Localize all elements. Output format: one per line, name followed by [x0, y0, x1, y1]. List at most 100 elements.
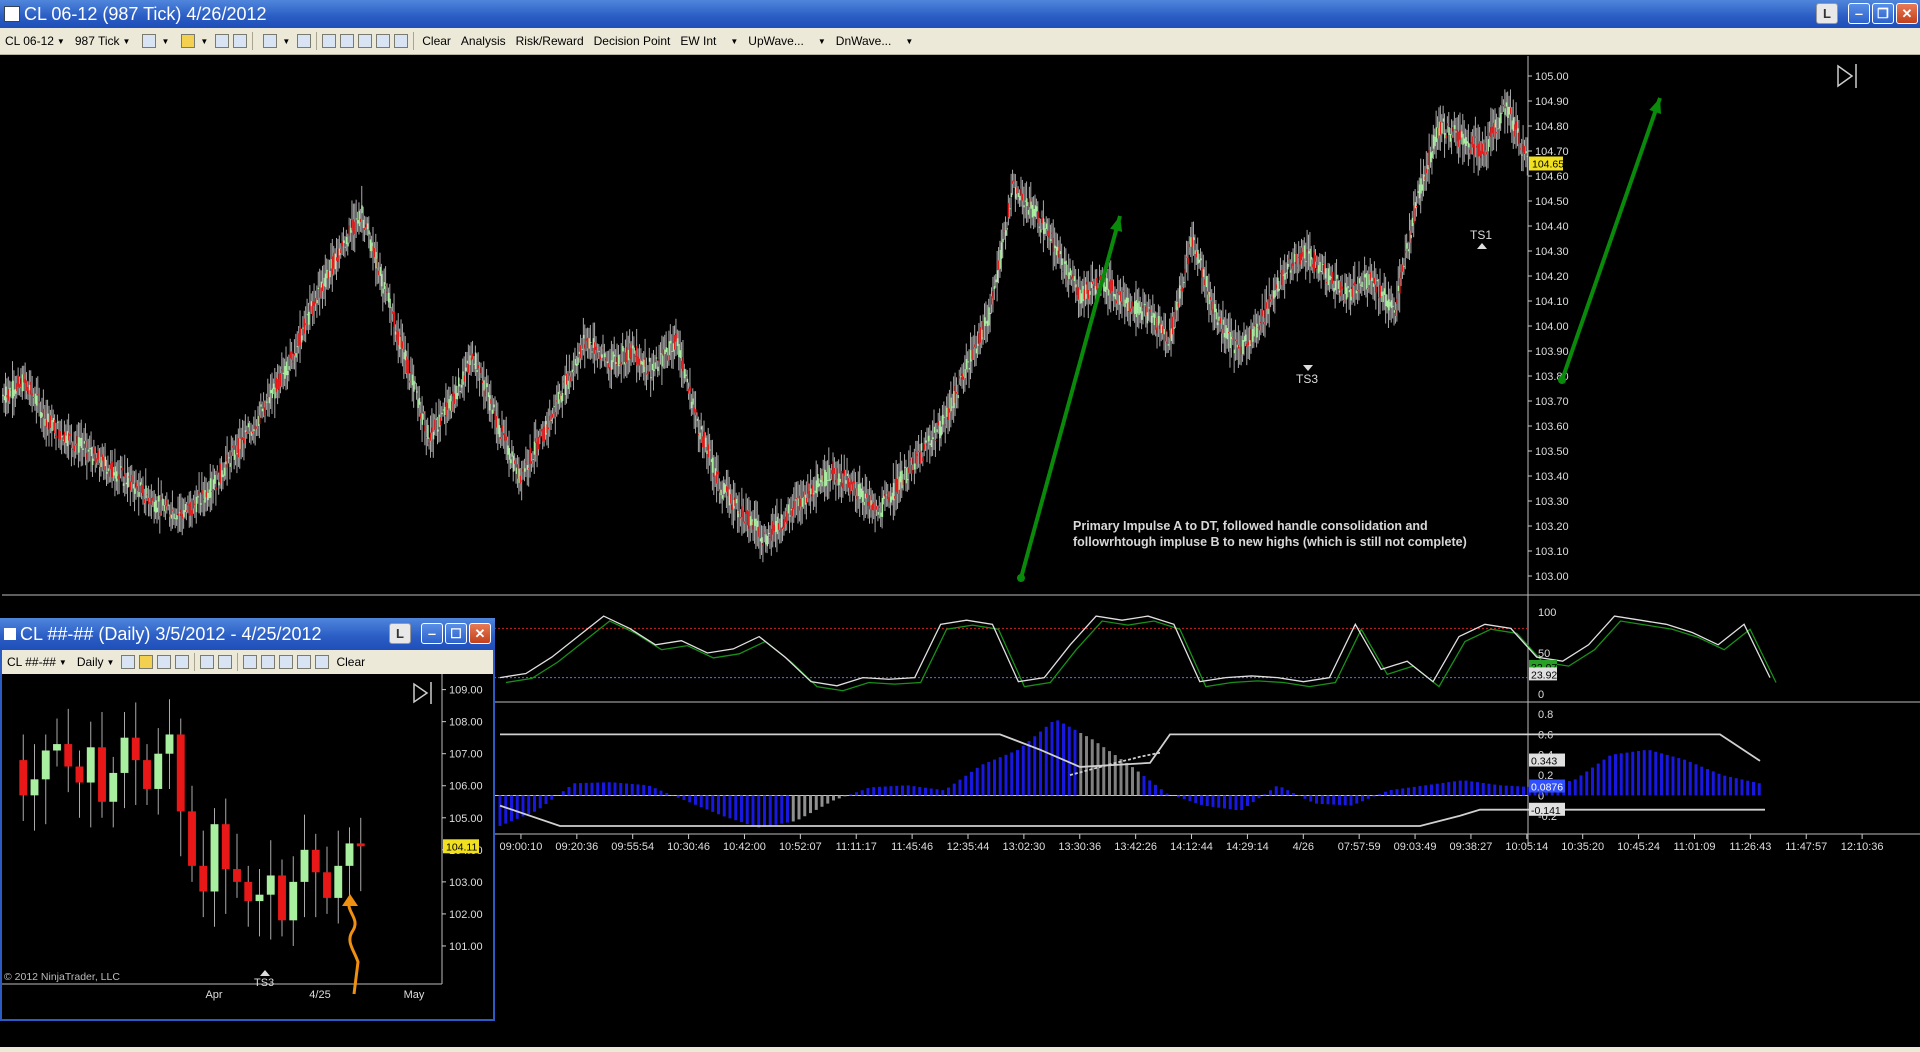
pencil-icon[interactable]	[139, 655, 154, 669]
dollar-icon[interactable]	[297, 655, 312, 669]
link-button[interactable]: L	[1816, 3, 1838, 24]
daily-chart-window[interactable]: CL ##-## (Daily) 3/5/2012 - 4/25/2012 L …	[0, 618, 495, 1021]
daily-maximize-icon[interactable]: ☐	[445, 623, 467, 644]
drawing-tools-button[interactable]: ▼	[174, 34, 213, 48]
candle	[213, 474, 216, 484]
window-titlebar[interactable]: CL 06-12 (987 Tick) 4/26/2012 L ‒ ❐ ✕	[0, 0, 1920, 28]
x-tick-label: 11:26:43	[1729, 841, 1771, 853]
strategies-icon[interactable]	[279, 655, 294, 669]
candle	[1249, 340, 1251, 347]
candle	[431, 427, 433, 433]
daily-clear-button[interactable]: Clear	[331, 655, 370, 669]
candle	[1473, 143, 1476, 155]
candle	[1347, 285, 1349, 289]
x-tick-label: 14:29:14	[1226, 841, 1269, 853]
candle	[1079, 289, 1081, 304]
candle	[1467, 142, 1470, 148]
upwave-button[interactable]: UpWave... ▼	[743, 34, 831, 48]
candle	[814, 490, 816, 493]
candle	[751, 519, 753, 526]
daily-signal-marker	[260, 970, 270, 976]
candle	[327, 271, 330, 279]
strategies-icon[interactable]	[358, 34, 373, 48]
candle	[1166, 342, 1168, 344]
candle	[828, 465, 830, 482]
daily-chart[interactable]: 109.00108.00107.00106.00105.00104.00103.…	[2, 674, 493, 1019]
chart-style-button[interactable]: ▼	[135, 34, 174, 48]
candle	[1484, 142, 1487, 151]
crosshair-icon[interactable]	[215, 34, 230, 48]
candle	[1452, 127, 1454, 132]
candle	[852, 481, 854, 491]
candle	[1369, 272, 1372, 280]
cursor-icon[interactable]	[200, 655, 215, 669]
pointer-button[interactable]: ▼	[256, 34, 295, 48]
interval-selector[interactable]: 987 Tick ▼	[70, 34, 136, 48]
dnwave-label: DnWave...	[835, 34, 892, 48]
signal-label: TS3	[1296, 372, 1318, 386]
candle	[704, 437, 707, 447]
eraser-icon[interactable]	[233, 34, 248, 48]
daily-instrument-selector[interactable]: CL ##-## ▼	[2, 655, 72, 669]
candle	[971, 350, 973, 360]
candle	[1267, 308, 1269, 315]
y-tick-label: 104.10	[1535, 296, 1569, 308]
candle	[1428, 149, 1431, 168]
zoom-icon[interactable]	[218, 655, 233, 669]
daily-interval-selector[interactable]: Daily ▼	[72, 655, 120, 669]
candle	[1218, 316, 1220, 321]
crosshair-icon[interactable]	[157, 655, 172, 669]
properties-icon[interactable]	[315, 655, 330, 669]
candle	[1256, 323, 1258, 338]
daily-link-button[interactable]: L	[389, 623, 411, 644]
candlestick-icon[interactable]	[121, 655, 136, 669]
daily-window-titlebar[interactable]: CL ##-## (Daily) 3/5/2012 - 4/25/2012 L …	[0, 618, 495, 650]
candle	[413, 380, 415, 392]
candle	[138, 492, 140, 497]
osc-upper-band	[500, 733, 1761, 768]
risk-reward-button[interactable]: Risk/Reward	[511, 34, 589, 48]
daily-candle	[300, 849, 309, 882]
indicators-icon[interactable]	[261, 655, 276, 669]
candle	[1000, 242, 1003, 259]
candle	[385, 284, 387, 287]
candle	[578, 351, 581, 355]
candle	[913, 463, 916, 470]
candle	[679, 350, 682, 359]
daily-minimize-icon[interactable]: ‒	[421, 623, 443, 644]
candle	[911, 465, 913, 474]
candle	[323, 277, 325, 287]
properties-icon[interactable]	[394, 34, 409, 48]
indicators-icon[interactable]	[340, 34, 355, 48]
dnwave-button[interactable]: DnWave... ▼	[831, 34, 919, 48]
candle	[1149, 310, 1152, 312]
eraser-icon[interactable]	[175, 655, 190, 669]
restore-icon[interactable]: ❐	[1872, 3, 1894, 24]
candle	[537, 436, 540, 450]
analysis-button[interactable]: Analysis	[456, 34, 511, 48]
data-series-icon[interactable]	[322, 34, 337, 48]
close-icon[interactable]: ✕	[1896, 3, 1918, 24]
minimize-icon[interactable]: ‒	[1848, 3, 1870, 24]
ew-int-button[interactable]: EW Int ▼	[675, 34, 743, 48]
y-tick-label: 104.70	[1535, 146, 1569, 158]
dollar-icon[interactable]	[376, 34, 391, 48]
daily-close-icon[interactable]: ✕	[469, 623, 491, 644]
candle	[1331, 271, 1334, 284]
decision-point-button[interactable]: Decision Point	[589, 34, 676, 48]
candle	[176, 515, 178, 520]
candle	[484, 388, 487, 397]
candle	[624, 352, 627, 364]
candle	[1243, 336, 1245, 342]
candle	[798, 495, 801, 511]
y-tick-label: 104.80	[1535, 121, 1569, 133]
candle	[1089, 291, 1091, 295]
candle	[171, 509, 174, 511]
clear-button[interactable]: Clear	[417, 34, 456, 48]
zoom-icon[interactable]	[297, 34, 312, 48]
data-series-icon[interactable]	[243, 655, 258, 669]
instrument-selector[interactable]: CL 06-12 ▼	[0, 34, 70, 48]
candle	[1055, 246, 1058, 256]
candle	[905, 467, 907, 484]
candle	[674, 334, 676, 350]
